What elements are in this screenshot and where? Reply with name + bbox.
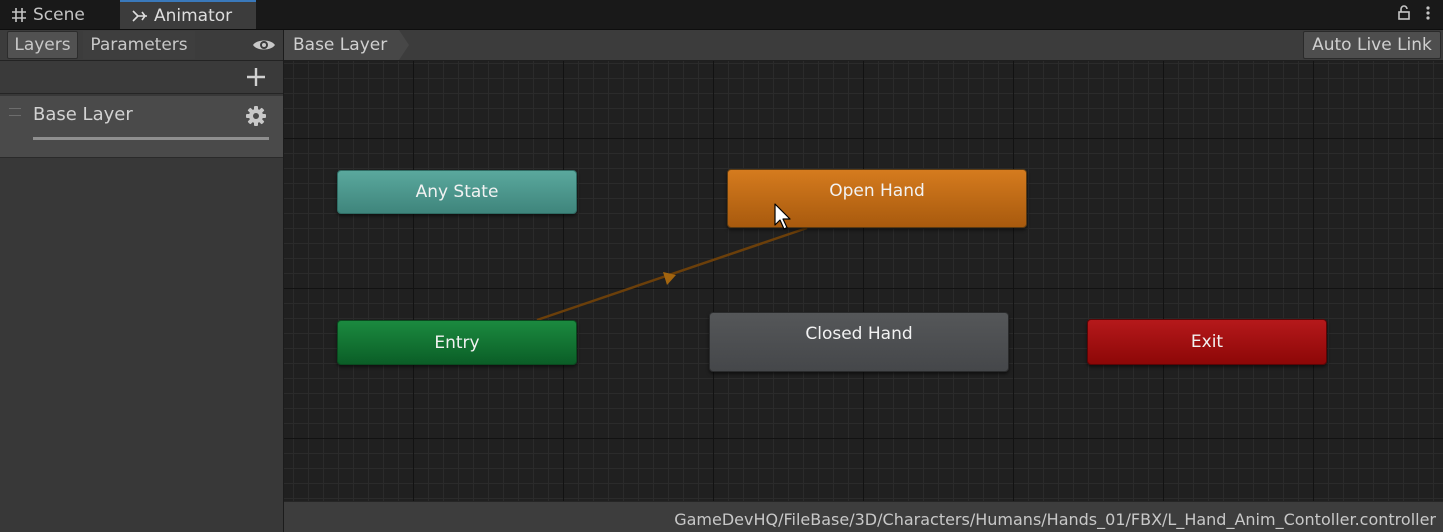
state-exit[interactable]: Exit	[1087, 319, 1327, 365]
state-closed-hand[interactable]: Closed Hand	[709, 312, 1009, 372]
layer-weight-bar	[33, 137, 269, 140]
eye-icon[interactable]	[252, 37, 276, 53]
state-entry[interactable]: Entry	[337, 320, 577, 365]
layer-item-base-layer[interactable]: Base Layer	[0, 96, 283, 158]
tab-animator-label: Animator	[154, 5, 233, 26]
drag-handle-icon[interactable]	[9, 108, 21, 116]
breadcrumb-bar: Base Layer Auto Live Link	[284, 30, 1443, 61]
transition-layer	[536, 226, 808, 322]
animator-window: Scene Animator Layers Parameters Base La…	[0, 0, 1443, 532]
animator-icon	[132, 9, 148, 23]
breadcrumb-item-base-layer[interactable]: Base Layer	[284, 30, 400, 60]
window-tab-strip: Scene Animator	[0, 0, 1443, 30]
plus-icon[interactable]	[244, 65, 268, 89]
mouse-cursor-icon	[774, 203, 792, 231]
breadcrumb-arrow	[399, 30, 410, 60]
grid-icon	[11, 7, 27, 23]
tab-scene[interactable]: Scene	[0, 0, 118, 29]
breadcrumb[interactable]: Base Layer	[284, 30, 410, 60]
tab-animator[interactable]: Animator	[120, 0, 256, 29]
layers-panel: Layers Parameters Base Layer	[0, 30, 284, 532]
transition-entry-to-open-hand[interactable]	[536, 226, 808, 322]
controller-asset-path: GameDevHQ/FileBase/3D/Characters/Humans/…	[674, 510, 1436, 529]
window-controls	[1397, 0, 1431, 29]
tab-parameters[interactable]: Parameters	[83, 31, 195, 59]
lock-icon[interactable]	[1397, 4, 1411, 25]
auto-live-link-button[interactable]: Auto Live Link	[1303, 31, 1441, 59]
tab-layers[interactable]: Layers	[7, 31, 78, 59]
state-machine-graph[interactable]: Any State Open Hand Entry Closed Hand Ex…	[284, 61, 1443, 501]
tab-scene-label: Scene	[33, 4, 85, 25]
state-any-state[interactable]: Any State	[337, 170, 577, 214]
state-open-hand[interactable]: Open Hand	[727, 169, 1027, 228]
left-panel-tabs: Layers Parameters	[0, 30, 283, 61]
layer-toolbar	[0, 61, 283, 94]
layer-name: Base Layer	[33, 104, 133, 125]
more-menu-icon[interactable]	[1425, 5, 1431, 25]
status-bar: GameDevHQ/FileBase/3D/Characters/Humans/…	[284, 501, 1443, 532]
gear-icon[interactable]	[246, 106, 266, 126]
